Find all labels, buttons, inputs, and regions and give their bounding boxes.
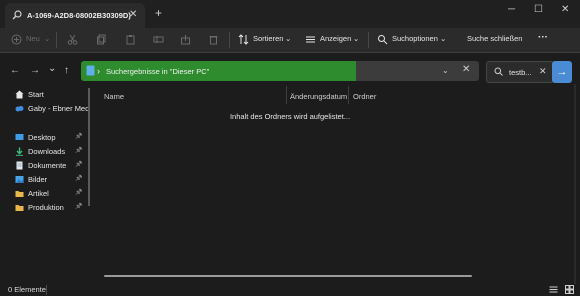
tab-close-icon[interactable]: ✕ (129, 9, 137, 20)
search-input[interactable]: testb... (509, 68, 532, 77)
sidebar-item-documents[interactable]: Dokumente 📌 (15, 160, 87, 172)
address-bar[interactable]: › Suchergebnisse in "Dieser PC" (81, 61, 479, 81)
pictures-icon (15, 176, 24, 183)
stop-search-button[interactable]: ✕ (462, 64, 470, 75)
search-options-button[interactable]: Suchoptionen (392, 34, 438, 43)
sidebar-item-label: Dokumente (28, 161, 67, 170)
sidebar-item-label: Bilder (28, 175, 48, 184)
column-header-name[interactable]: Name (104, 92, 124, 101)
search-options-icon (378, 35, 388, 45)
sidebar-item-pictures[interactable]: Bilder 📌 (15, 174, 87, 186)
column-divider[interactable] (348, 86, 349, 104)
status-divider (46, 285, 47, 295)
status-bar: 0 Elemente (0, 284, 580, 296)
toolbar-divider (368, 32, 369, 48)
new-dropdown-icon[interactable]: ⌄ (44, 34, 50, 43)
pin-icon: 📌 (75, 162, 83, 168)
tiles-view-icon[interactable] (565, 285, 574, 294)
search-box[interactable]: testb... ✕ (486, 61, 554, 83)
pin-icon: 📌 (75, 190, 83, 196)
column-header-folder[interactable]: Ordner (353, 92, 376, 101)
document-icon (16, 161, 23, 170)
rename-icon[interactable] (153, 34, 164, 45)
pin-icon: 📌 (75, 204, 83, 210)
forward-button[interactable]: → (30, 65, 40, 76)
horizontal-scrollbar[interactable] (104, 275, 472, 277)
tab-title: A-1069-A2D8-08002B30309D} (27, 11, 132, 20)
pin-icon: 📌 (75, 134, 83, 140)
search-icon (12, 10, 22, 20)
sidebar-item-desktop[interactable]: Desktop 📌 (15, 132, 87, 144)
share-icon[interactable] (180, 34, 191, 45)
item-count: 0 Elemente (8, 285, 46, 294)
minimize-button[interactable]: ─ (508, 4, 515, 15)
search-icon (494, 67, 503, 76)
loading-message: Inhalt des Ordners wird aufgelistet... (229, 112, 351, 121)
folder-icon (15, 205, 24, 211)
new-button[interactable]: Neu (26, 34, 40, 43)
new-tab-button[interactable]: + (155, 6, 162, 20)
sidebar-item-start[interactable]: Start (15, 89, 87, 101)
close-search-button[interactable]: Suche schließen (467, 34, 522, 43)
search-options-dropdown-icon[interactable]: ⌄ (440, 34, 446, 43)
pin-icon: 📌 (75, 176, 83, 182)
search-location-icon (86, 65, 95, 76)
sort-dropdown-icon[interactable]: ⌄ (285, 34, 291, 43)
address-dropdown-icon[interactable]: ⌄ (442, 66, 449, 75)
column-divider[interactable] (286, 86, 287, 104)
pin-icon: 📌 (75, 148, 83, 154)
tab-search-results[interactable]: A-1069-A2D8-08002B30309D} ✕ (5, 3, 145, 28)
toolbar-divider (229, 32, 230, 48)
command-bar: Neu ⌄ Sortieren ⌄ Anzeigen ⌄ Suchoptione… (0, 28, 580, 53)
sort-icon (238, 34, 249, 45)
close-window-button[interactable]: ✕ (561, 4, 569, 15)
sidebar-item-artikel[interactable]: Artikel 📌 (15, 188, 87, 200)
sidebar-item-label: Produktion (28, 203, 64, 212)
paste-icon[interactable] (125, 34, 136, 45)
recent-locations-button[interactable]: ⌄ (48, 63, 56, 74)
address-text: Suchergebnisse in "Dieser PC" (106, 67, 210, 76)
vertical-scrollbar[interactable] (574, 84, 576, 284)
sidebar-item-label: Start (28, 90, 44, 99)
back-button[interactable]: ← (10, 65, 20, 76)
navigation-pane-scrollbar[interactable] (88, 88, 90, 206)
sidebar-item-produktion[interactable]: Produktion 📌 (15, 202, 87, 214)
copy-icon[interactable] (96, 34, 107, 45)
toolbar-divider (56, 32, 57, 48)
maximize-button[interactable]: ☐ (534, 4, 543, 15)
breadcrumb-chevron-icon[interactable]: › (97, 66, 100, 76)
home-icon (15, 90, 24, 99)
sidebar-item-downloads[interactable]: Downloads 📌 (15, 146, 87, 158)
new-icon (11, 34, 22, 45)
view-icon (306, 36, 315, 43)
title-bar: A-1069-A2D8-08002B30309D} ✕ + ─ ☐ ✕ (0, 0, 580, 28)
sidebar-item-label: Artikel (28, 189, 49, 198)
details-view-icon[interactable] (549, 285, 558, 294)
view-dropdown-icon[interactable]: ⌄ (353, 34, 359, 43)
delete-icon[interactable] (208, 34, 219, 45)
column-header-date[interactable]: Änderungsdatum (290, 92, 347, 101)
up-button[interactable]: ↑ (64, 65, 69, 76)
sort-button[interactable]: Sortieren (253, 34, 283, 43)
desktop-icon (15, 134, 24, 140)
more-options-button[interactable]: ··· (538, 32, 548, 43)
sidebar-item-label: Downloads (28, 147, 66, 156)
view-button[interactable]: Anzeigen (320, 34, 351, 43)
search-go-button[interactable]: → (552, 61, 572, 83)
cut-icon[interactable] (67, 34, 78, 45)
download-icon (16, 147, 23, 156)
search-clear-button[interactable]: ✕ (539, 66, 547, 77)
sidebar-item-label: Desktop (28, 133, 56, 142)
folder-icon (15, 191, 24, 197)
